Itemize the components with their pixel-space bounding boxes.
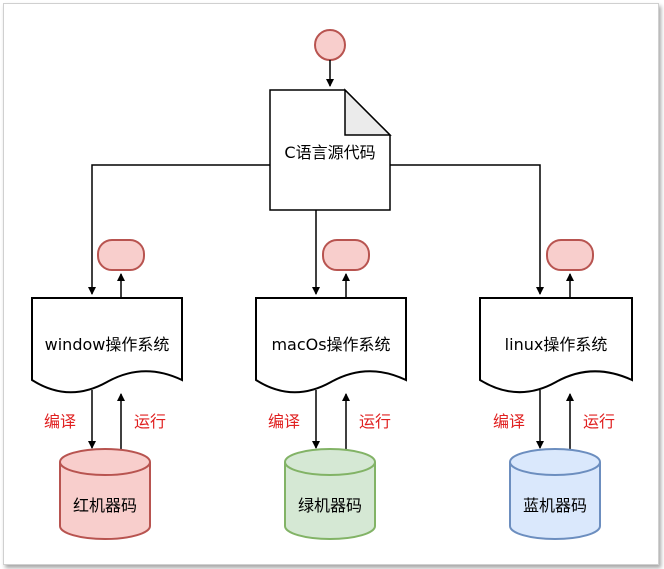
red-machine-code-label: 红机器码 [73, 496, 137, 515]
red-machine-code-cylinder: 红机器码 [59, 448, 151, 540]
macos-compile-label: 编译 [268, 412, 300, 431]
os-linux-node: linux操作系统 [479, 297, 633, 394]
edge-source-to-window [88, 164, 270, 295]
os-window-node: window操作系统 [31, 297, 183, 394]
start-node [314, 29, 346, 61]
edge-source-to-linux [390, 164, 544, 295]
green-machine-code-label: 绿机器码 [298, 496, 362, 515]
window-run-label: 运行 [134, 412, 166, 431]
macos-compile-run: 编译 运行 [268, 390, 391, 450]
blue-machine-code-label: 蓝机器码 [523, 496, 587, 515]
window-compile-run: 编译 运行 [44, 390, 166, 450]
macos-run-label: 运行 [359, 412, 391, 431]
os-window-label: window操作系统 [45, 335, 170, 354]
green-machine-code-cylinder: 绿机器码 [284, 448, 376, 540]
linux-compile-run: 编译 运行 [493, 390, 615, 450]
os-linux-label: linux操作系统 [505, 335, 608, 354]
linux-output-terminator [546, 239, 594, 298]
window-compile-label: 编译 [44, 412, 76, 431]
linux-run-label: 运行 [583, 412, 615, 431]
blue-machine-code-cylinder: 蓝机器码 [509, 448, 601, 540]
macos-output-terminator [322, 239, 370, 298]
linux-compile-label: 编译 [493, 412, 525, 431]
source-code-document: C语言源代码 [269, 88, 392, 211]
diagram-canvas: C语言源代码 window操作系统 macOs操作系统 linux操作系统 编译… [0, 0, 664, 569]
diagram-svg: C语言源代码 window操作系统 macOs操作系统 linux操作系统 编译… [31, 29, 633, 540]
os-macos-label: macOs操作系统 [271, 335, 390, 354]
window-output-terminator [97, 239, 145, 298]
source-code-label: C语言源代码 [284, 143, 375, 162]
os-macos-node: macOs操作系统 [255, 297, 407, 394]
